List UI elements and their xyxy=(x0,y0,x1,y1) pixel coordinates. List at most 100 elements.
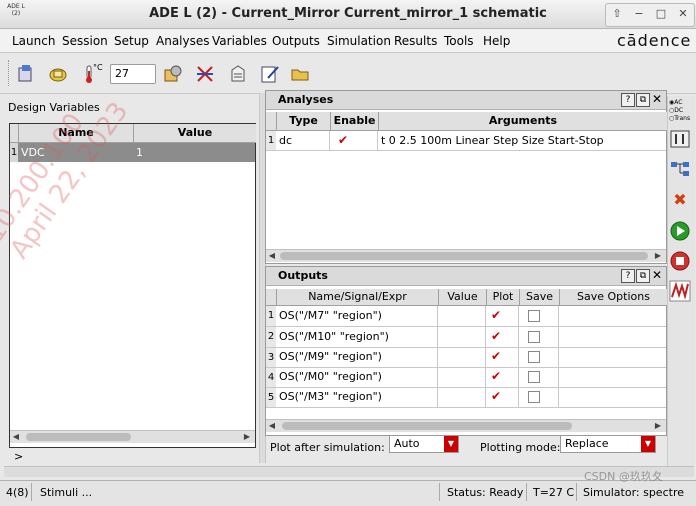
outputs-horizontal-scrollbar[interactable]: ◀ ▶ xyxy=(266,419,666,432)
scroll-right-icon[interactable]: ▶ xyxy=(652,420,664,432)
temperature-input[interactable]: 27 xyxy=(110,64,156,84)
scroll-thumb[interactable] xyxy=(282,422,572,430)
menu-simulation[interactable]: Simulation xyxy=(327,34,391,50)
col-divider xyxy=(377,131,378,150)
save-checkbox[interactable] xyxy=(528,371,540,383)
menu-analyses[interactable]: Analyses xyxy=(156,34,210,50)
col-divider xyxy=(558,306,559,407)
radio-trans-label: Trans xyxy=(674,115,691,122)
output-expression[interactable]: OS("/M9" "region") xyxy=(279,347,437,366)
column-header-enable[interactable]: Enable xyxy=(330,112,378,131)
output-expression[interactable]: OS("/M0" "region") xyxy=(279,367,437,386)
scroll-left-icon[interactable]: ◀ xyxy=(10,431,22,443)
radio-ac[interactable]: ◉AC xyxy=(669,99,693,107)
menu-setup[interactable]: Setup xyxy=(114,34,149,50)
analysis-enable-checkbox[interactable]: ✔ xyxy=(338,133,348,147)
plot-outputs-icon[interactable] xyxy=(668,280,692,302)
open-folder-icon[interactable] xyxy=(290,64,310,84)
scroll-thumb[interactable] xyxy=(280,252,648,260)
scroll-right-icon[interactable]: ▶ xyxy=(652,250,664,262)
table-corner xyxy=(266,289,276,306)
plot-after-dropdown[interactable]: Auto ▼ xyxy=(389,435,459,453)
analysis-type[interactable]: dc xyxy=(279,131,329,150)
scroll-thumb[interactable] xyxy=(26,433,131,441)
status-separator xyxy=(439,483,440,501)
delete-icon[interactable]: ✖ xyxy=(668,189,692,211)
close-icon[interactable]: ✕ xyxy=(651,269,663,281)
row-number: 4 xyxy=(266,368,276,387)
column-header-type[interactable]: Type xyxy=(276,112,330,131)
save-state-icon[interactable] xyxy=(48,64,68,84)
model-setup-icon[interactable] xyxy=(163,64,183,84)
stop-simulation-icon[interactable] xyxy=(668,250,692,272)
column-header-save-options[interactable]: Save Options xyxy=(559,289,667,306)
plot-checkbox[interactable]: ✔ xyxy=(491,308,501,322)
float-icon[interactable]: ⧉ xyxy=(636,93,650,107)
analysis-arguments[interactable]: t 0 2.5 100m Linear Step Size Start-Stop xyxy=(381,131,666,150)
scroll-right-icon[interactable]: ▶ xyxy=(241,431,253,443)
column-header-arguments[interactable]: Arguments xyxy=(378,112,667,131)
save-checkbox[interactable] xyxy=(528,331,540,343)
shade-button[interactable]: ⇧ xyxy=(609,6,625,22)
menu-tools[interactable]: Tools xyxy=(444,34,474,50)
plotting-mode-dropdown[interactable]: Replace ▼ xyxy=(560,435,656,453)
load-state-icon[interactable] xyxy=(16,64,36,84)
edit-icon[interactable] xyxy=(260,64,280,84)
chevron-down-icon[interactable]: ▼ xyxy=(444,436,458,452)
save-checkbox[interactable] xyxy=(528,310,540,322)
column-header-value[interactable]: Value xyxy=(133,124,256,143)
plotting-mode-value: Replace xyxy=(565,437,609,450)
status-simulator: Simulator: spectre xyxy=(583,486,684,499)
maximize-button[interactable]: □ xyxy=(653,6,669,22)
variable-value[interactable]: 1 xyxy=(136,143,251,162)
cadence-logo: cādence xyxy=(617,31,692,50)
chevron-down-icon[interactable]: ▼ xyxy=(641,436,655,452)
help-icon[interactable]: ? xyxy=(621,269,635,283)
column-header-value[interactable]: Value xyxy=(438,289,486,306)
close-button[interactable]: ✕ xyxy=(675,6,691,22)
row-number: 1 xyxy=(266,306,276,326)
analyses-horizontal-scrollbar[interactable]: ◀ ▶ xyxy=(266,249,666,262)
outputs-panel: Outputs ? ⧉ ✕ Name/Signal/Expr Value Plo… xyxy=(265,266,667,436)
menu-results[interactable]: Results xyxy=(394,34,437,50)
menu-launch[interactable]: Launch xyxy=(12,34,55,50)
menu-outputs[interactable]: Outputs xyxy=(272,34,320,50)
output-expression[interactable]: OS("/M10" "region") xyxy=(279,327,437,346)
toolbar-grip xyxy=(8,60,11,86)
column-header-save[interactable]: Save xyxy=(519,289,559,306)
plot-checkbox[interactable]: ✔ xyxy=(491,329,501,343)
analysis-type-radio-group[interactable]: ◉AC ○DC ○Trans xyxy=(669,99,693,127)
scroll-left-icon[interactable]: ◀ xyxy=(266,420,278,432)
plot-after-label: Plot after simulation: xyxy=(270,441,385,454)
output-expression[interactable]: OS("/M7" "region") xyxy=(279,306,437,325)
netlist-tree-icon[interactable] xyxy=(668,159,692,181)
dv-expand-toggle[interactable]: > xyxy=(14,450,23,463)
save-checkbox[interactable] xyxy=(528,391,540,403)
menu-help[interactable]: Help xyxy=(483,34,510,50)
dv-horizontal-scrollbar[interactable]: ◀ ▶ xyxy=(10,430,255,443)
setup-analysis-icon[interactable] xyxy=(668,129,692,151)
column-header-plot[interactable]: Plot xyxy=(486,289,519,306)
menu-session[interactable]: Session xyxy=(62,34,108,50)
menu-variables[interactable]: Variables xyxy=(212,34,267,50)
row-number: 5 xyxy=(266,388,276,407)
help-icon[interactable]: ? xyxy=(621,93,635,107)
radio-trans[interactable]: ○Trans xyxy=(669,115,693,123)
plot-checkbox[interactable]: ✔ xyxy=(491,389,501,403)
float-icon[interactable]: ⧉ xyxy=(636,269,650,283)
column-header-name-signal[interactable]: Name/Signal/Expr xyxy=(276,289,438,306)
row-divider xyxy=(266,407,666,408)
plot-checkbox[interactable]: ✔ xyxy=(491,349,501,363)
output-expression[interactable]: OS("/M3" "region") xyxy=(279,387,437,406)
run-simulation-icon[interactable] xyxy=(668,220,692,242)
status-temperature: T=27 C xyxy=(533,486,575,499)
save-checkbox[interactable] xyxy=(528,351,540,363)
scroll-left-icon[interactable]: ◀ xyxy=(266,250,278,262)
select-on-schematic-icon[interactable] xyxy=(195,64,215,84)
radio-dc[interactable]: ○DC xyxy=(669,107,693,115)
close-icon[interactable]: ✕ xyxy=(651,93,663,105)
plot-checkbox[interactable]: ✔ xyxy=(491,369,501,383)
minimize-button[interactable]: − xyxy=(631,6,647,22)
netlist-icon[interactable] xyxy=(228,64,248,84)
row-number: 3 xyxy=(266,348,276,367)
